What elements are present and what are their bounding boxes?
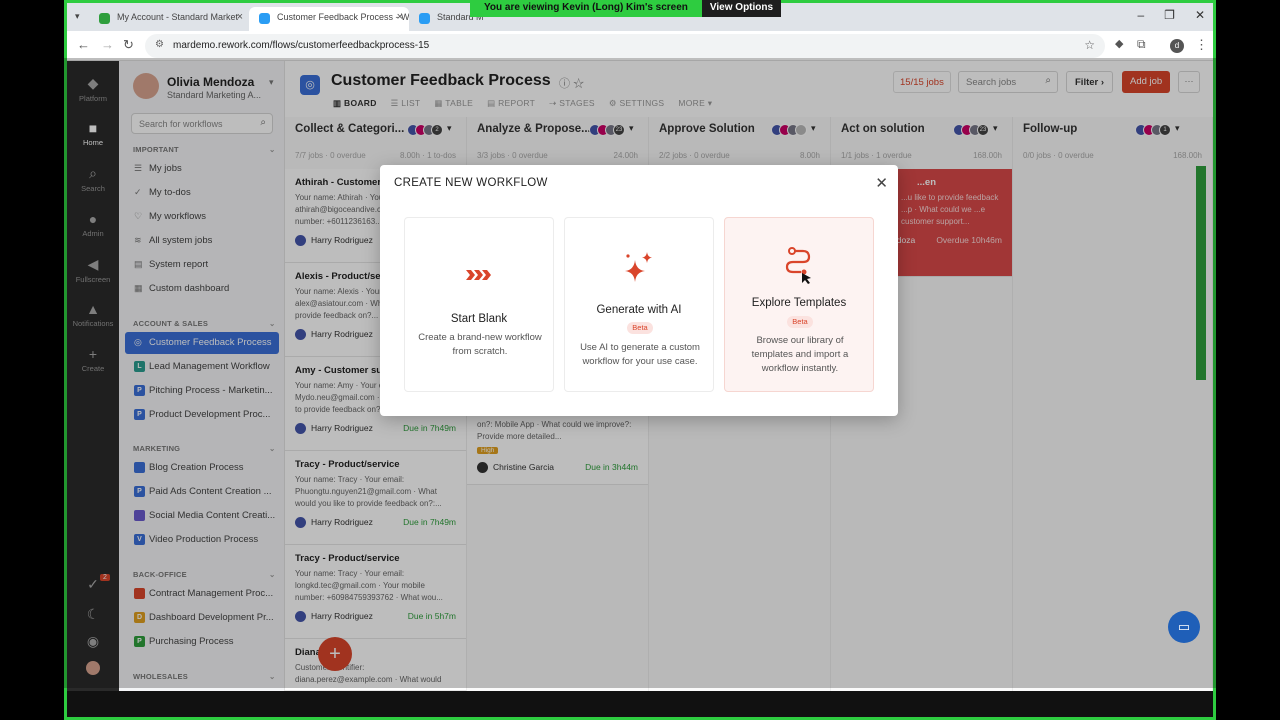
tab-title: Customer Feedback Process - W [277,12,409,22]
bottom-strip [67,691,1213,717]
address-bar: ← → ↻ ⚙ mardemo.rework.com/flows/custome… [67,31,1213,61]
browser-menu-icon[interactable]: ⋮ [1195,37,1208,53]
back-icon[interactable]: ← [77,37,90,52]
chat-support-button[interactable]: ▭ [1168,611,1200,643]
screen-share-banner: You are viewing Kevin (Long) Kim's scree… [470,0,782,17]
forward-icon[interactable]: → [101,37,114,52]
profile-avatar-icon[interactable]: d [1170,39,1184,53]
explore-templates-option[interactable]: Explore Templates Beta Browse our librar… [724,217,874,392]
option-title: Explore Templates [751,297,847,309]
browser-tab-my-account[interactable]: My Account - Standard Market × [89,7,249,31]
screen-share-message: You are viewing Kevin (Long) Kim's scree… [470,0,702,17]
tab-title: My Account - Standard Market [117,12,239,22]
url-field[interactable]: ⚙ mardemo.rework.com/flows/customerfeedb… [145,34,1105,58]
start-blank-icon [405,268,553,285]
favicon-icon [99,13,110,24]
create-workflow-dialog: CREATE NEW WORKFLOW ✕ Start Blank Create… [380,165,898,416]
view-options-button[interactable]: View Options [701,0,782,17]
chat-bubble-icon: ▭ [1177,619,1191,634]
close-tab-icon[interactable]: × [397,11,403,23]
option-description: Browse our library of templates and impo… [751,335,849,374]
templates-icon [725,246,873,287]
extensions-icon[interactable]: ⧉ [1137,37,1146,52]
option-description: Create a brand-new workflow from scratch… [418,332,542,357]
window-controls: – ❐ ✕ [1137,8,1205,22]
generate-with-ai-option[interactable]: Generate with AI Beta Use AI to generate… [564,217,714,392]
close-icon[interactable]: ✕ [875,174,888,192]
option-description: Use AI to generate a custom workflow for… [580,342,700,367]
option-title: Start Blank [450,313,508,325]
reload-icon[interactable]: ↻ [123,37,134,53]
maximize-icon[interactable]: ❐ [1164,8,1175,22]
site-info-icon[interactable]: ⚙ [155,39,164,50]
beta-badge: Beta [787,316,813,328]
option-title: Generate with AI [596,304,682,316]
beta-badge: Beta [627,322,653,334]
sparkles-icon [565,250,713,289]
url-text: mardemo.rework.com/flows/customerfeedbac… [173,40,430,51]
tab-list-icon[interactable]: ▾ [75,11,80,22]
extension-pin-icon[interactable]: ◆ [1115,37,1123,50]
favicon-icon [419,13,430,24]
minimize-icon[interactable]: – [1137,8,1144,22]
close-tab-icon[interactable]: × [237,11,243,23]
favicon-icon [259,13,270,24]
close-window-icon[interactable]: ✕ [1195,8,1205,22]
browser-tab-customer-feedback[interactable]: Customer Feedback Process - W × [249,7,409,31]
bookmark-star-icon[interactable]: ☆ [1084,38,1095,52]
dialog-title: CREATE NEW WORKFLOW [394,177,548,189]
start-blank-option[interactable]: Start Blank Create a brand-new workflow … [404,217,554,392]
